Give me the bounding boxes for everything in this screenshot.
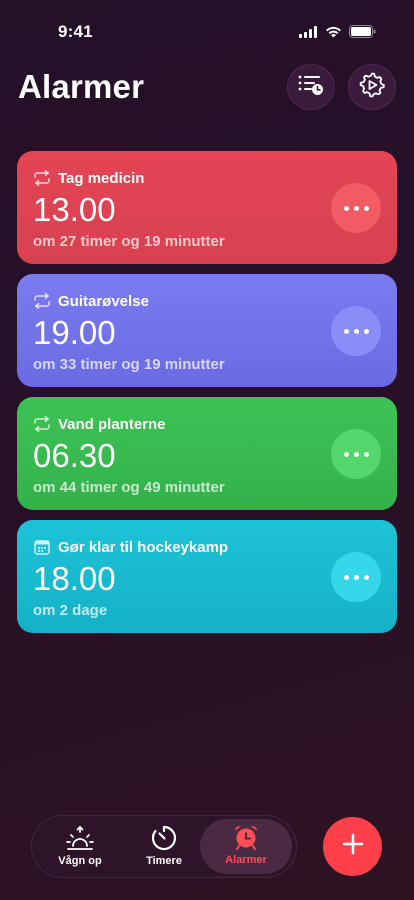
tab-wake-up[interactable]: Vågn op [48,820,112,872]
page-title: Alarmer [18,68,145,105]
wifi-icon [325,25,342,43]
alarm-label: Tag medicin [58,169,145,187]
alarm-list: Tag medicin 13.00 om 27 timer og 19 minu… [17,151,397,643]
battery-icon [349,25,376,43]
timer-icon [150,824,178,852]
status-icons [299,25,376,43]
ellipsis-icon [343,574,349,580]
sunrise-icon [65,824,95,852]
tab-label: Alarmer [225,854,267,866]
repeat-icon [33,169,51,187]
alarm-clock-icon [232,823,260,851]
alarm-countdown: om 2 dage [33,602,108,619]
alarm-card[interactable]: Tag medicin 13.00 om 27 timer og 19 minu… [17,151,397,264]
tab-label: Vågn op [58,855,102,867]
cellular-signal-icon [299,25,318,43]
alarm-more-button[interactable] [331,306,381,356]
alarm-more-button[interactable] [331,183,381,233]
alarm-countdown: om 33 timer og 19 minutter [33,356,225,373]
alarm-label: Guitarøvelse [58,292,149,310]
tab-timers[interactable]: Timere [132,820,196,872]
alarm-more-button[interactable] [331,429,381,479]
alarm-more-button[interactable] [331,552,381,602]
alarm-label: Gør klar til hockeykamp [58,538,229,556]
alarm-countdown: om 27 timer og 19 minutter [33,233,225,250]
alarm-card-header: Vand planterne [33,414,381,434]
ellipsis-icon [343,205,349,211]
alarm-card[interactable]: Gør klar til hockeykamp 18.00 om 2 dage [17,520,397,633]
settings-button[interactable] [348,64,396,110]
alarm-card[interactable]: Guitarøvelse 19.00 om 33 timer og 19 min… [17,274,397,387]
alarm-time: 06.30 [33,437,116,474]
alarm-time: 18.00 [33,560,116,597]
tab-bar: Vågn op Timere Alarmer [31,815,297,878]
ellipsis-icon [343,328,349,334]
alarm-time: 19.00 [33,314,116,351]
tab-label: Timere [146,855,182,867]
calendar-icon [33,538,51,556]
list-clock-icon [298,74,324,101]
repeat-icon [33,292,51,310]
alarm-time: 13.00 [33,191,116,228]
alarm-label: Vand planterne [58,415,166,433]
alarm-card[interactable]: Vand planterne 06.30 om 44 timer og 49 m… [17,397,397,510]
alarm-card-header: Guitarøvelse [33,291,381,311]
ellipsis-icon [343,451,349,457]
add-alarm-button[interactable] [323,817,382,876]
alarm-list-button[interactable] [287,64,335,110]
alarm-card-header: Gør klar til hockeykamp [33,537,381,557]
tab-alarms[interactable]: Alarmer [200,819,292,874]
status-time: 9:41 [58,22,93,41]
repeat-icon [33,415,51,433]
gear-play-icon [359,72,385,103]
status-bar: 9:41 [0,0,414,54]
alarm-countdown: om 44 timer og 49 minutter [33,479,225,496]
alarm-card-header: Tag medicin [33,168,381,188]
plus-icon [342,833,364,860]
